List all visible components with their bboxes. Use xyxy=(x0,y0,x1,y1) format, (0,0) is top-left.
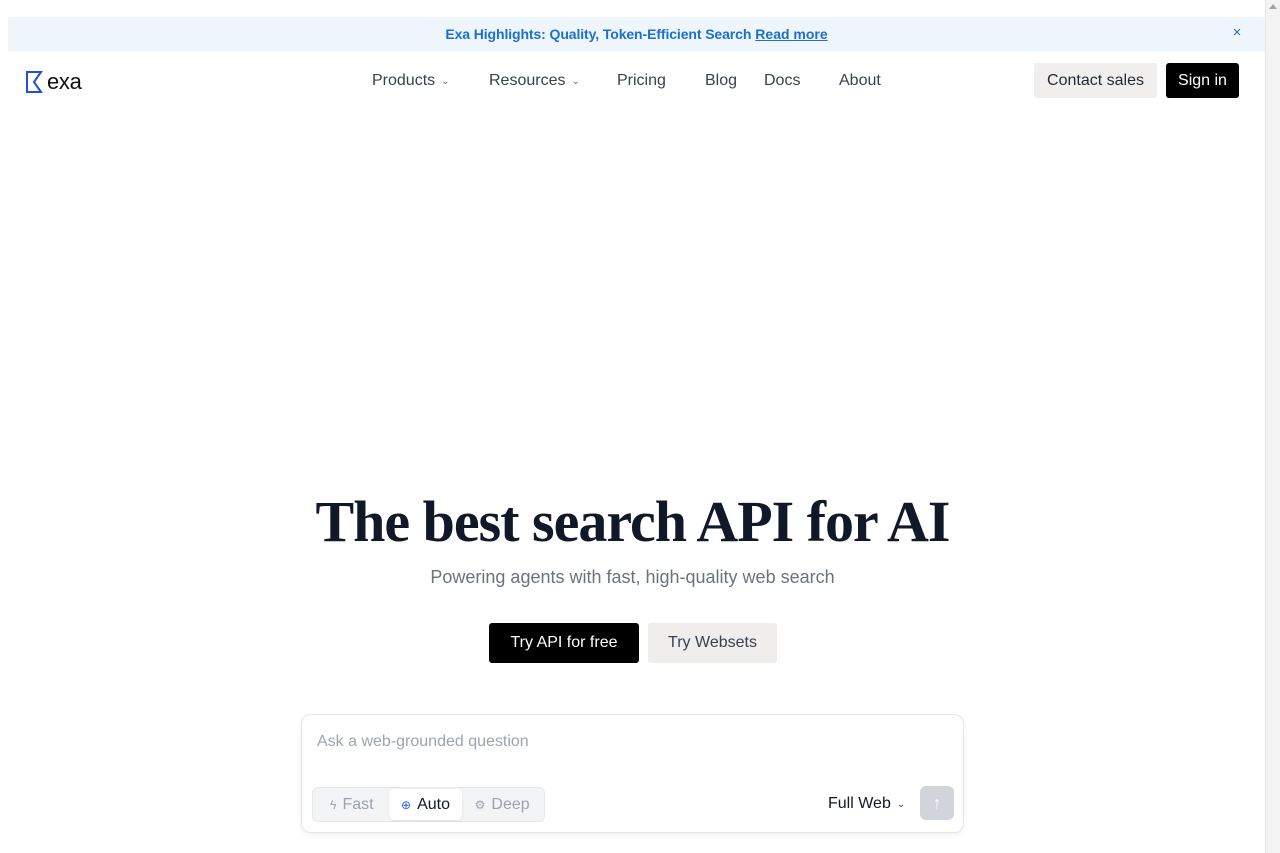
chevron-down-icon: ⌄ xyxy=(571,75,580,87)
mode-auto-label: Auto xyxy=(417,795,450,813)
nav-item-about[interactable]: About xyxy=(839,72,881,90)
arrow-up-icon: ↑ xyxy=(932,792,942,813)
try-api-button[interactable]: Try API for free xyxy=(489,623,639,663)
search-mode-toggle: ϟ Fast ⊕ Auto ⚙ Deep xyxy=(312,787,545,822)
hero-title: The best search API for AI xyxy=(315,489,950,554)
submit-button[interactable]: ↑ xyxy=(920,786,954,820)
hero-cta-row: Try API for free Try Websets xyxy=(489,623,777,663)
nav-item-docs[interactable]: Docs xyxy=(764,72,839,90)
banner-text: Exa Highlights: Quality, Token-Efficient… xyxy=(445,26,752,42)
sign-in-button[interactable]: Sign in xyxy=(1166,63,1239,98)
logo[interactable]: exa xyxy=(25,69,82,95)
mode-auto-button[interactable]: ⊕ Auto xyxy=(388,789,463,820)
lightning-icon: ϟ xyxy=(330,797,337,812)
vertical-scrollbar[interactable] xyxy=(1265,0,1280,853)
scroll-up-arrow-icon[interactable] xyxy=(1269,4,1277,9)
mode-fast-button[interactable]: ϟ Fast xyxy=(315,789,389,820)
search-scope-select[interactable]: Full Web ⌄ xyxy=(828,793,905,815)
search-box: ϟ Fast ⊕ Auto ⚙ Deep Full Web ⌄ ↑ xyxy=(301,714,964,833)
mode-deep-label: Deep xyxy=(491,795,530,813)
chevron-down-icon: ⌄ xyxy=(441,75,450,87)
nav-products-label: Products xyxy=(372,72,436,89)
navbar: exa Products ⌄ Resources ⌄ Pricing Blog … xyxy=(0,60,1265,102)
nav-item-blog[interactable]: Blog xyxy=(705,72,764,90)
nav-item-pricing[interactable]: Pricing xyxy=(617,72,705,90)
nav-item-products[interactable]: Products ⌄ xyxy=(372,72,489,90)
exa-logo-icon xyxy=(26,71,43,93)
announcement-banner: Exa Highlights: Quality, Token-Efficient… xyxy=(8,17,1265,51)
try-websets-button[interactable]: Try Websets xyxy=(648,623,777,663)
search-input[interactable] xyxy=(317,729,947,755)
search-scope-label: Full Web xyxy=(828,795,891,812)
banner-read-more-link[interactable]: Read more xyxy=(755,26,827,42)
nav-resources-label: Resources xyxy=(489,72,566,89)
chevron-down-icon: ⌄ xyxy=(896,798,906,810)
main-nav: Products ⌄ Resources ⌄ Pricing Blog Docs… xyxy=(372,72,881,90)
logo-wordmark: exa xyxy=(47,69,82,94)
contact-sales-button[interactable]: Contact sales xyxy=(1034,63,1157,98)
page: Exa Highlights: Quality, Token-Efficient… xyxy=(0,0,1280,853)
hero-subtitle: Powering agents with fast, high-quality … xyxy=(430,567,835,587)
globe-icon: ⊕ xyxy=(401,797,412,812)
nav-item-resources[interactable]: Resources ⌄ xyxy=(489,72,617,90)
gear-icon: ⚙ xyxy=(474,797,486,812)
close-icon[interactable]: × xyxy=(1229,25,1245,41)
mode-fast-label: Fast xyxy=(342,795,374,813)
mode-deep-button[interactable]: ⚙ Deep xyxy=(462,789,542,820)
